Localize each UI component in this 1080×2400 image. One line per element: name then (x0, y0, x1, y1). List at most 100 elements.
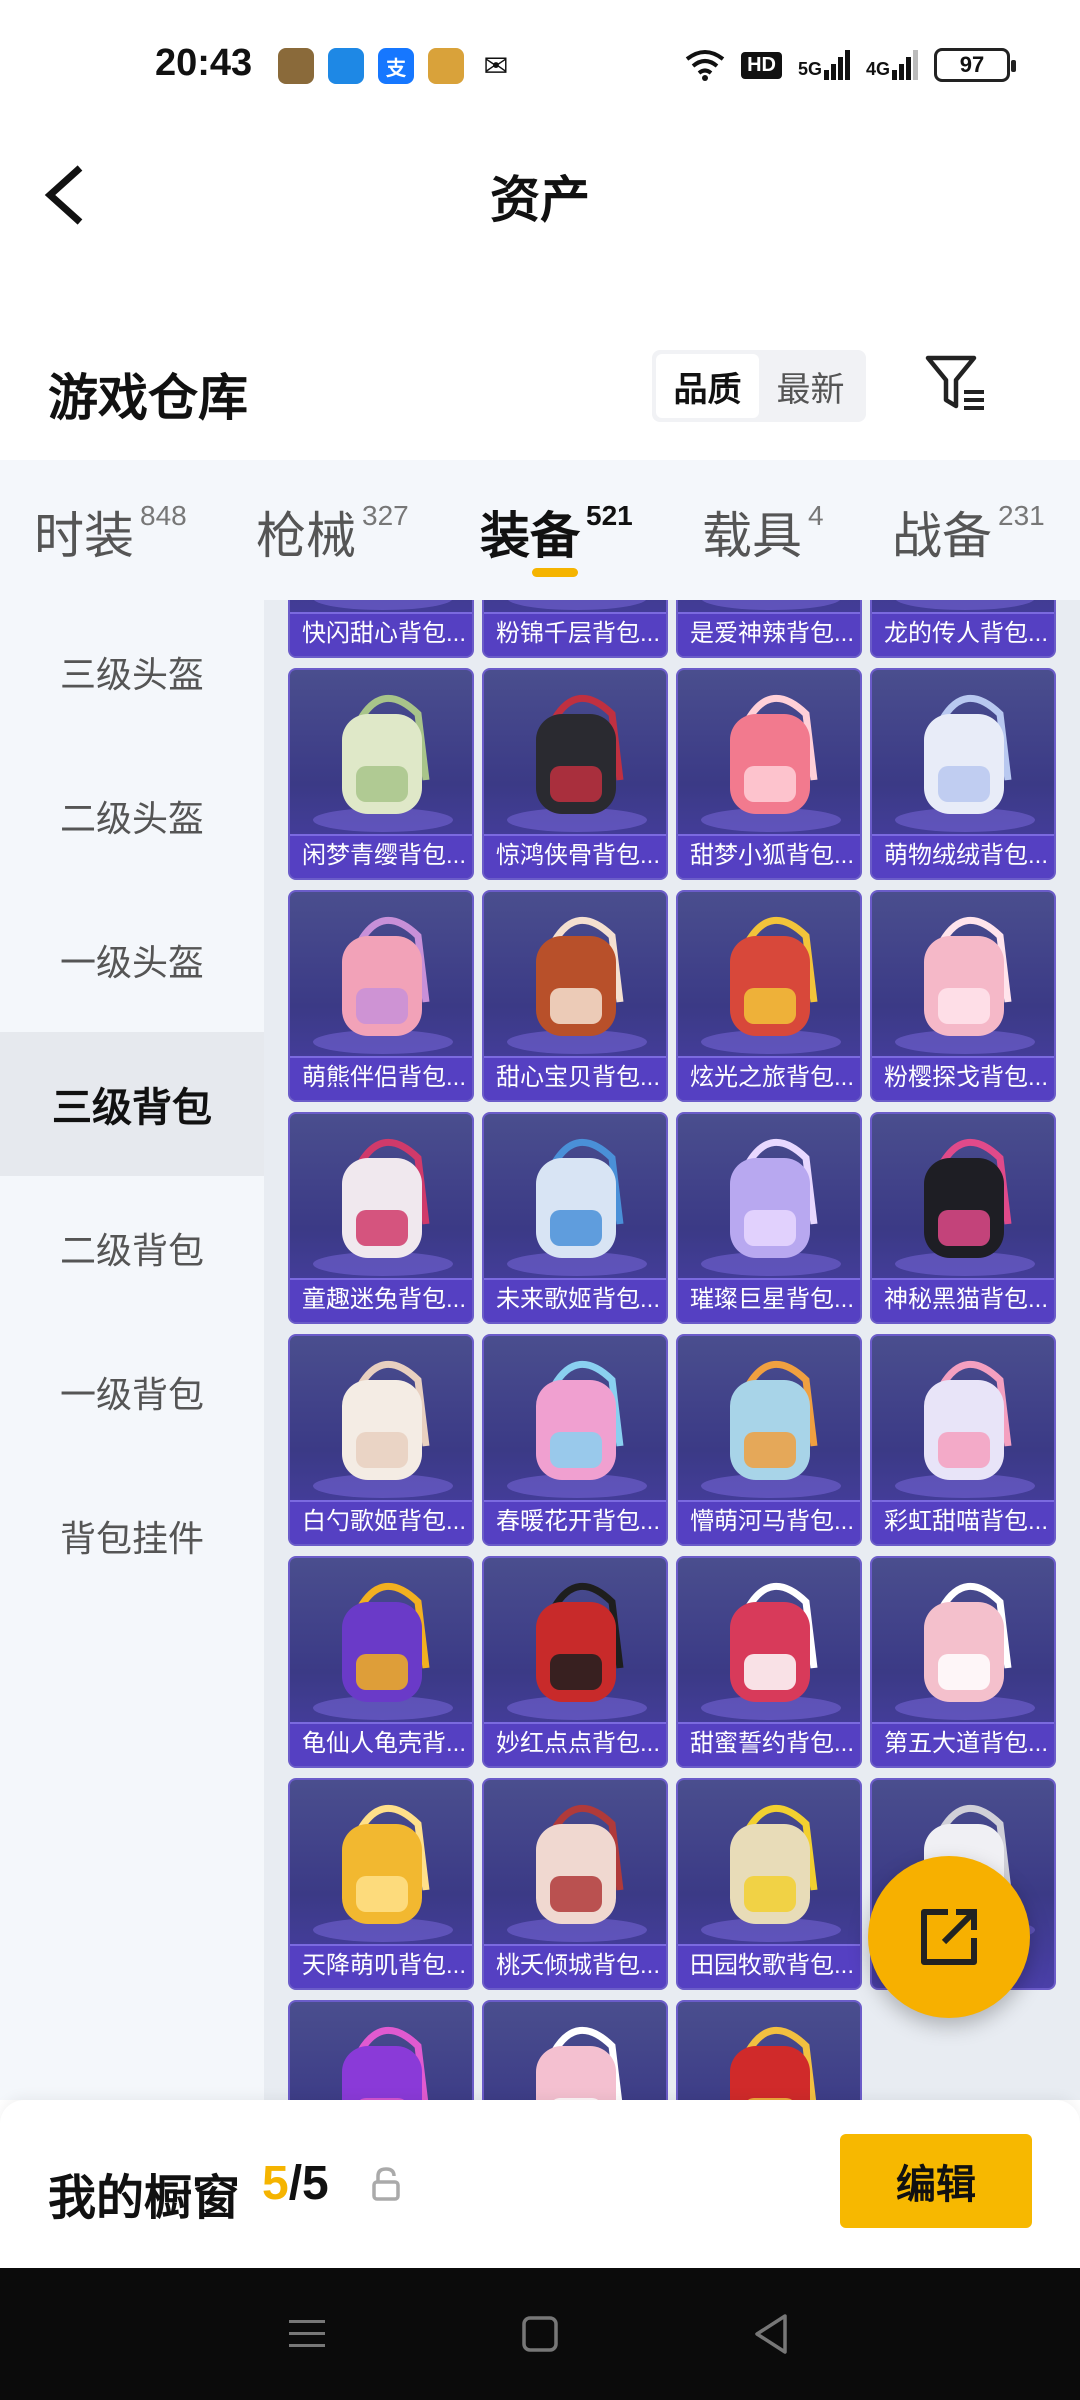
item-name: 田园牧歌背包... (678, 1944, 860, 1988)
item-card[interactable]: 田园牧歌背包... (676, 1778, 862, 1990)
unlock-icon[interactable] (368, 2166, 404, 2202)
tab-vehicles[interactable]: 载具 4 (702, 496, 824, 568)
wifi-icon (685, 50, 725, 81)
status-time: 20:43 (155, 42, 253, 84)
item-card[interactable]: 懵萌河马背包... (676, 1334, 862, 1546)
sort-quality-option[interactable]: 品质 (656, 354, 759, 418)
item-card[interactable]: 桃夭倾城背包... (482, 1778, 668, 1990)
system-nav-bar (0, 2268, 1080, 2400)
tab-supplies[interactable]: 战备 231 (892, 496, 1045, 568)
tab-label: 载具 (702, 508, 802, 564)
backpack-illustration (701, 1583, 841, 1720)
filter-icon[interactable] (922, 350, 988, 416)
item-card[interactable]: 彩虹甜喵背包... (870, 1334, 1056, 1546)
share-fab[interactable] (868, 1856, 1030, 2018)
tab-guns[interactable]: 枪械 327 (256, 496, 409, 568)
item-card[interactable]: 童趣迷兔背包... (288, 1112, 474, 1324)
menu-nav-icon[interactable] (279, 2306, 335, 2362)
sidebar-item-level2-helmet[interactable]: 二级头盔 (0, 744, 264, 888)
backpack-illustration (895, 1361, 1035, 1498)
item-name: 是爱神辣背包... (678, 612, 860, 656)
item-card[interactable]: 白勺歌姬背包... (288, 1334, 474, 1546)
signal-4g-label: 4G (865, 59, 890, 79)
item-card[interactable]: 粉锦千层背包... (482, 600, 668, 658)
item-card[interactable]: 第五大道背包... (870, 1556, 1056, 1768)
item-card[interactable]: 天降萌叽背包... (288, 1778, 474, 1990)
item-name: 璀璨巨星背包... (678, 1278, 860, 1322)
item-card[interactable] (288, 2000, 474, 2100)
item-name: 第五大道背包... (872, 1722, 1054, 1766)
item-card[interactable]: 龟仙人龟壳背... (288, 1556, 474, 1768)
item-card[interactable]: 甜心宝贝背包... (482, 890, 668, 1102)
battery-icon: 97 (934, 48, 1016, 82)
item-card[interactable]: 萌物绒绒背包... (870, 668, 1056, 880)
item-card[interactable]: 璀璨巨星背包... (676, 1112, 862, 1324)
item-name: 炫光之旅背包... (678, 1056, 860, 1100)
warehouse-header: 游戏仓库 品质 最新 (0, 340, 1080, 460)
item-card[interactable]: 妙红点点背包... (482, 1556, 668, 1768)
showcase-bar: 我的橱窗 5/5 编辑 (0, 2100, 1080, 2268)
tab-count: 327 (362, 500, 409, 531)
tab-count: 521 (586, 500, 633, 531)
item-name: 桃夭倾城背包... (484, 1944, 666, 1988)
tab-fashion[interactable]: 时装 848 (34, 496, 187, 568)
files-app-icon (328, 48, 364, 84)
sidebar-item-backpack-charm[interactable]: 背包挂件 (0, 1464, 264, 1608)
backpack-illustration (701, 917, 841, 1054)
backpack-illustration (313, 1361, 453, 1498)
item-card[interactable]: 粉樱探戈背包... (870, 890, 1056, 1102)
item-name: 妙红点点背包... (484, 1722, 666, 1766)
item-name: 懵萌河马背包... (678, 1500, 860, 1544)
signal-5g: 5G (798, 50, 850, 80)
signal-4g: 4G (866, 50, 918, 80)
subcategory-sidebar: 三级头盔 二级头盔 一级头盔 三级背包 二级背包 一级背包 背包挂件 (0, 600, 264, 2100)
backpack-illustration (507, 1361, 647, 1498)
backpack-illustration (536, 2027, 623, 2100)
item-card[interactable]: 闲梦青缨背包... (288, 668, 474, 880)
tab-label: 枪械 (256, 508, 356, 564)
backpack-illustration (895, 1583, 1035, 1720)
item-card[interactable]: 惊鸿侠骨背包... (482, 668, 668, 880)
sidebar-item-level3-helmet[interactable]: 三级头盔 (0, 600, 264, 744)
backpack-illustration (313, 1805, 453, 1942)
backpack-illustration (507, 917, 647, 1054)
header: 资产 (0, 130, 1080, 260)
item-card[interactable]: 神秘黑猫背包... (870, 1112, 1056, 1324)
item-name: 彩虹甜喵背包... (872, 1500, 1054, 1544)
status-indicators: HD 5G 4G 97 (685, 48, 1016, 82)
back-nav-icon[interactable] (745, 2306, 801, 2362)
item-card[interactable] (676, 2000, 862, 2100)
showcase-count-sep: / (288, 2157, 303, 2210)
share-external-icon (921, 1909, 977, 1965)
backpack-illustration (507, 1139, 647, 1276)
sidebar-item-level1-backpack[interactable]: 一级背包 (0, 1320, 264, 1464)
category-tabs: 时装 848 枪械 327 装备 521 载具 4 战备 231 (0, 460, 1080, 600)
item-card[interactable]: 是爱神辣背包... (676, 600, 862, 658)
tab-equipment[interactable]: 装备 521 (480, 496, 633, 568)
item-name: 童趣迷兔背包... (290, 1278, 472, 1322)
item-card[interactable]: 龙的传人背包... (870, 600, 1056, 658)
sidebar-item-level2-backpack[interactable]: 二级背包 (0, 1176, 264, 1320)
item-card[interactable]: 炫光之旅背包... (676, 890, 862, 1102)
sidebar-item-level1-helmet[interactable]: 一级头盔 (0, 888, 264, 1032)
item-card[interactable]: 甜梦小狐背包... (676, 668, 862, 880)
backpack-illustration (313, 917, 453, 1054)
page-title: 资产 (490, 172, 590, 228)
item-card[interactable]: 甜蜜誓约背包... (676, 1556, 862, 1768)
item-name: 甜蜜誓约背包... (678, 1722, 860, 1766)
backpack-illustration (342, 2027, 429, 2100)
tab-label: 战备 (892, 508, 992, 564)
item-card[interactable] (482, 2000, 668, 2100)
game-store-icon (428, 48, 464, 84)
edit-button[interactable]: 编辑 (840, 2134, 1032, 2228)
sort-latest-option[interactable]: 最新 (759, 354, 862, 418)
home-nav-icon[interactable] (512, 2306, 568, 2362)
item-card[interactable]: 春暖花开背包... (482, 1334, 668, 1546)
item-name: 闲梦青缨背包... (290, 834, 472, 878)
item-card[interactable]: 快闪甜心背包... (288, 600, 474, 658)
backpack-illustration (313, 1583, 453, 1720)
item-card[interactable]: 未来歌姬背包... (482, 1112, 668, 1324)
item-card[interactable]: 萌熊伴侣背包... (288, 890, 474, 1102)
sidebar-item-level3-backpack[interactable]: 三级背包 (0, 1032, 264, 1176)
item-name: 神秘黑猫背包... (872, 1278, 1054, 1322)
